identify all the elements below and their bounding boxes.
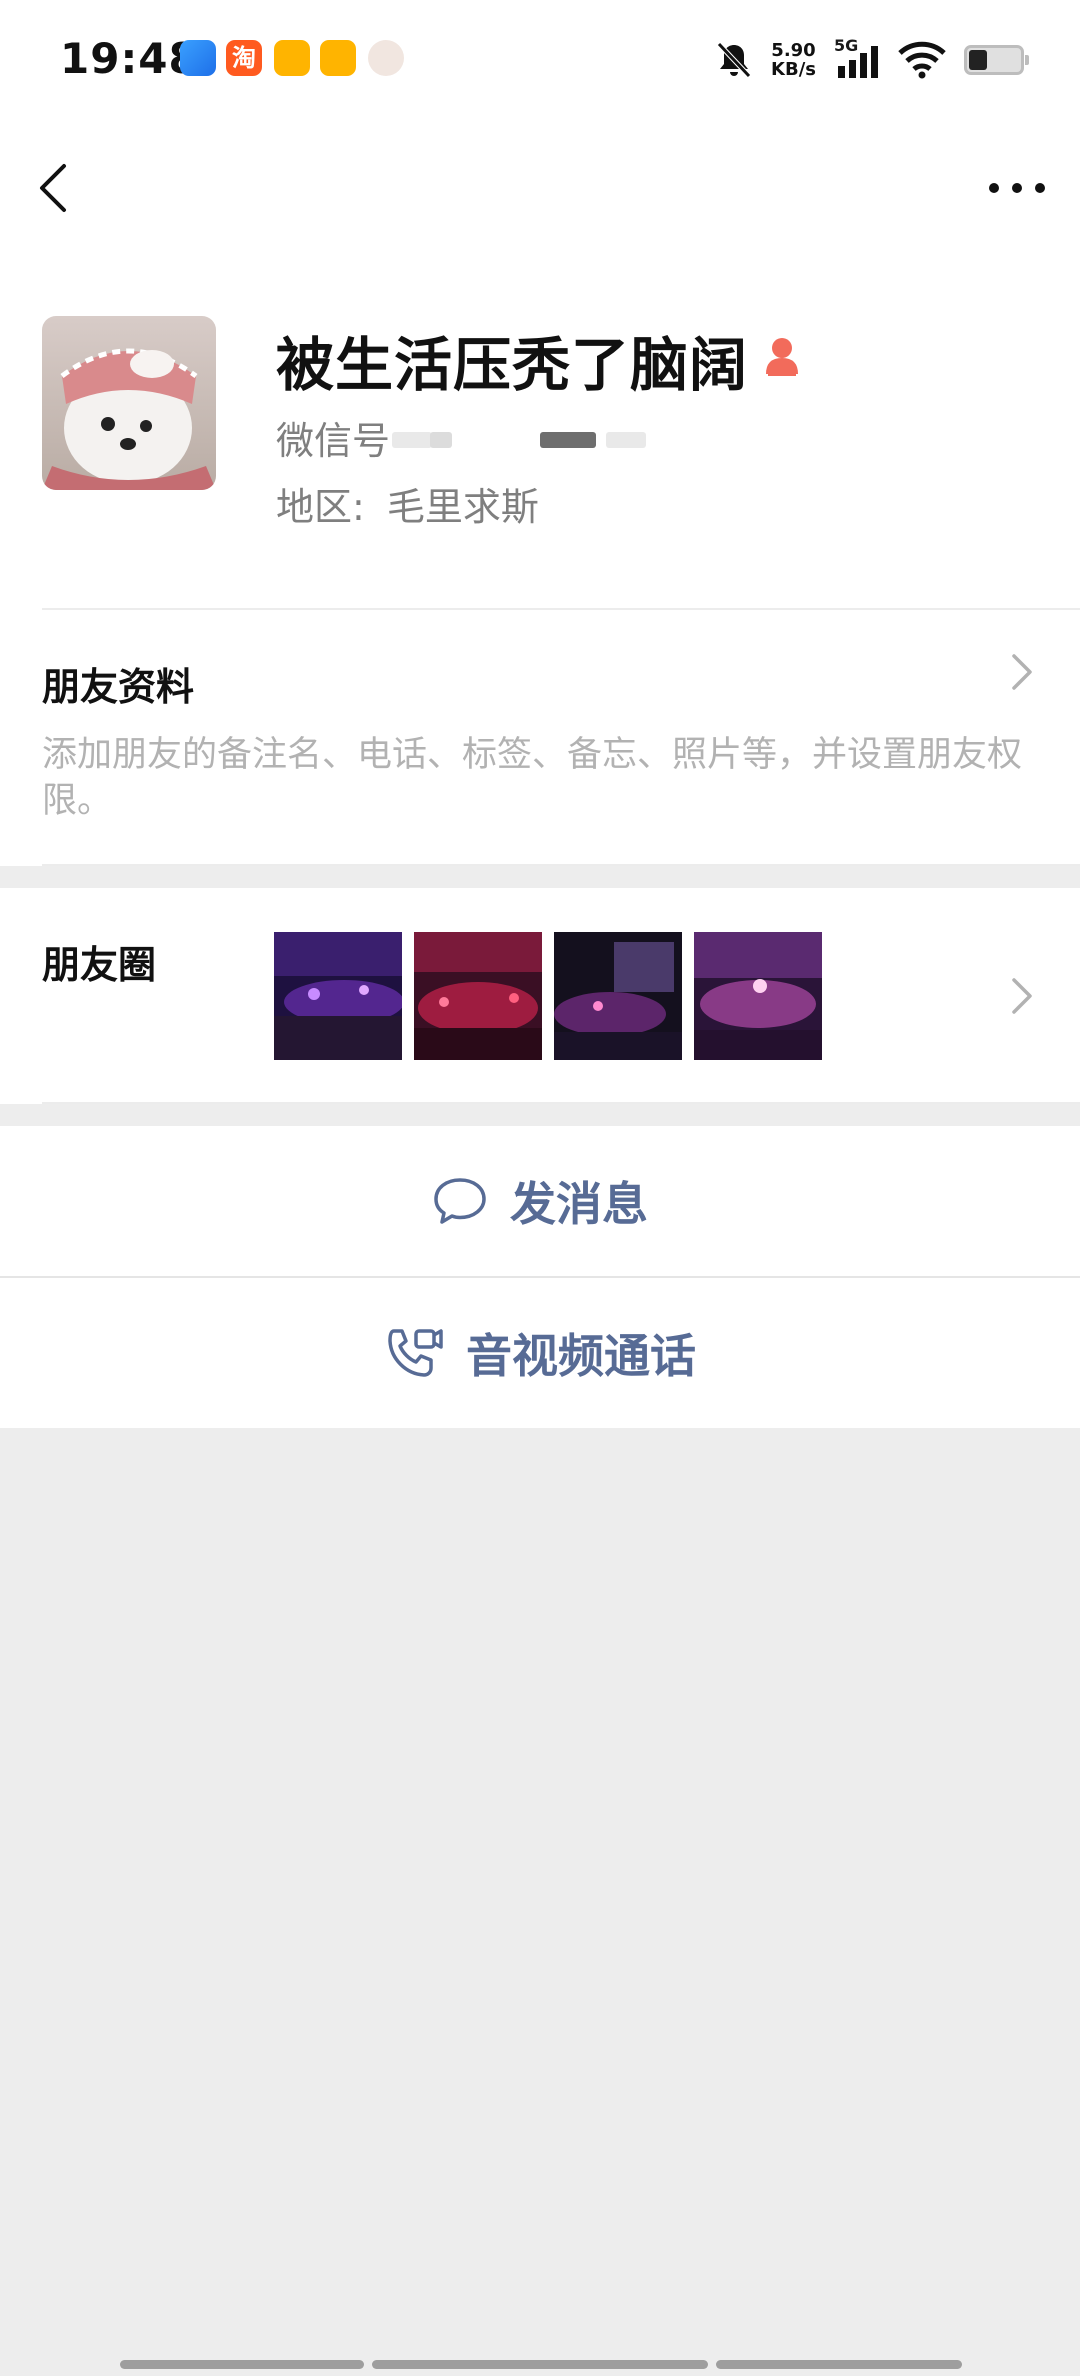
friend-info-description: 添加朋友的备注名、电话、标签、备忘、照片等，并设置朋友权限。 [42,735,1023,821]
wechat-id-label: 微信号 [276,419,391,463]
section-separator [0,1104,1080,1126]
chevron-right-icon [1012,654,1032,690]
signal-icon: 5G [834,36,880,80]
moments-thumbnail[interactable] [414,932,542,1060]
wechat-id: 微信号 [276,410,390,465]
friend-info-title: 朋友资料 [42,665,195,709]
back-button[interactable] [28,156,82,220]
gesture-bar[interactable] [120,2360,364,2369]
net-speed: 5.90 KB/s [771,41,816,79]
nickname: 被生活压秃了脑阔 [276,331,749,399]
moments-title: 朋友圈 [42,943,157,987]
gesture-bar[interactable] [716,2360,962,2369]
phone-video-icon [388,1329,443,1377]
avatar[interactable] [42,316,216,490]
region: 地区: 毛里求斯 [276,476,539,531]
wechat-id-redacted [392,432,432,448]
av-call-label: 音视频通话 [466,1329,696,1383]
av-call-button[interactable]: 音视频通话 [0,1278,1080,1428]
region-label: 地区: [276,485,365,529]
message-app-icon [320,40,356,76]
chat-bubble-icon [434,1178,486,1224]
net-speed-unit: KB/s [771,59,816,80]
status-bar: 19:48 淘 5.90 KB/s 5G [0,0,1080,120]
avatar-app-icon [368,40,404,76]
chevron-right-icon [1012,978,1032,1014]
section-separator [0,866,1080,888]
wechat-id-redacted [540,432,596,448]
leaf-app-icon [274,40,310,76]
gender-female-icon [766,338,798,376]
moments-thumbnail[interactable] [694,932,822,1060]
wechat-id-redacted [606,432,646,448]
send-message-button[interactable]: 发消息 [0,1126,1080,1276]
moments-thumbnail[interactable] [554,932,682,1060]
taobao-icon: 淘 [226,40,262,76]
send-message-label: 发消息 [510,1177,648,1231]
wechat-id-redacted [430,432,452,448]
region-value: 毛里求斯 [386,485,539,529]
more-options-button[interactable] [984,170,1050,206]
wifi-icon [898,41,946,79]
status-time: 19:48 [60,34,199,83]
battery-icon [964,45,1029,75]
notification-app-icon [180,40,216,76]
moments-thumbnail[interactable] [274,932,402,1060]
gesture-bar[interactable] [372,2360,708,2369]
net-speed-value: 5.90 [771,40,816,61]
bell-off-icon [717,42,751,78]
